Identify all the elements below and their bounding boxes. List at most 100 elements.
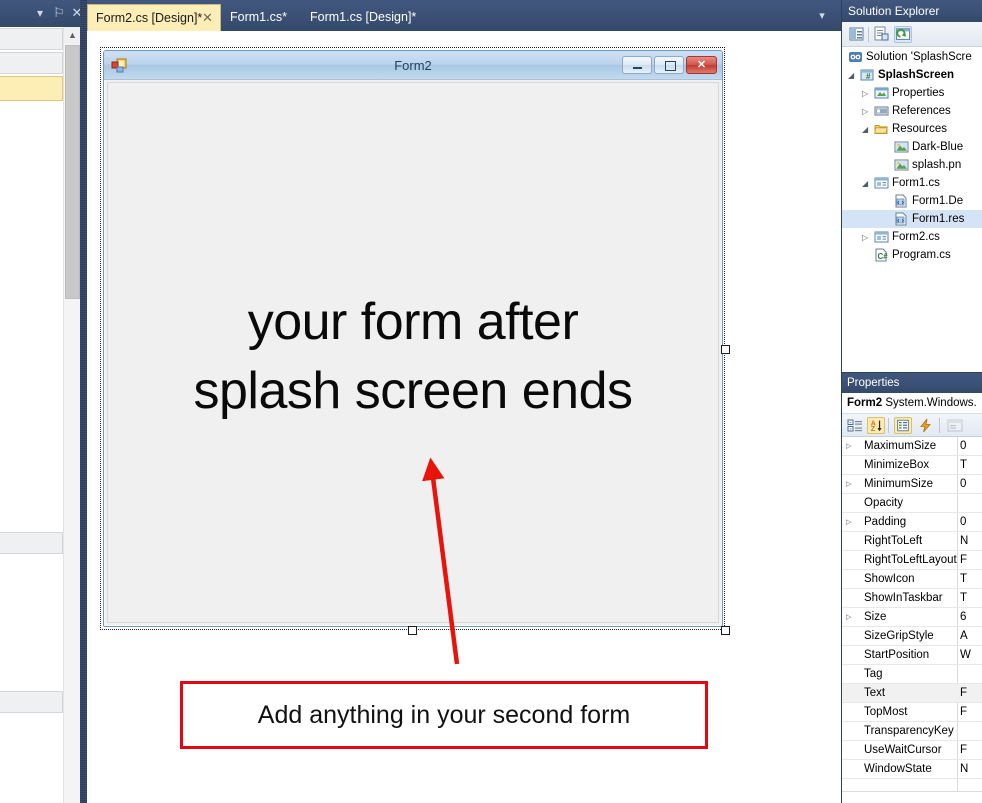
left-panel-scrollbar[interactable]: ▲ — [63, 27, 81, 803]
property-row[interactable]: ▷ Size 6 — [842, 608, 982, 627]
resize-handle-right[interactable] — [721, 345, 730, 354]
properties-object-selector[interactable]: Form2 System.Windows. — [842, 393, 982, 414]
left-panel-row[interactable] — [0, 532, 63, 554]
property-row[interactable]: StartPosition W — [842, 646, 982, 665]
expander-collapsed-icon[interactable]: ▷ — [846, 443, 854, 451]
annotation-callout-text: Add anything in your second form — [257, 701, 631, 729]
refresh-icon[interactable] — [894, 26, 912, 43]
expander-expanded-icon[interactable]: ◢ — [862, 179, 871, 188]
scrollbar-thumb[interactable] — [65, 45, 80, 299]
tree-item[interactable]: Solution 'SplashScre — [842, 48, 982, 66]
expander-expanded-icon[interactable]: ◢ — [862, 125, 871, 134]
left-panel-row[interactable] — [0, 28, 63, 50]
form-client-area[interactable]: your form after splash screen ends — [107, 82, 719, 623]
pin-icon[interactable]: ⚐ — [51, 5, 67, 21]
expander-collapsed-icon[interactable]: ▷ — [862, 89, 871, 98]
events-icon[interactable] — [917, 417, 935, 434]
left-panel-row[interactable] — [0, 52, 63, 74]
tab-form1-cs[interactable]: Form1.cs* — [222, 4, 295, 31]
property-row[interactable]: UseWaitCursor F — [842, 741, 982, 760]
property-value[interactable]: T — [960, 589, 982, 608]
property-value[interactable]: 0 — [960, 513, 982, 532]
close-icon[interactable]: ✕ — [200, 10, 215, 25]
tree-item[interactable]: C# Program.cs — [842, 246, 982, 264]
property-row[interactable]: ShowIcon T — [842, 570, 982, 589]
tree-item-label: Form1.res — [912, 213, 965, 225]
property-row[interactable]: ▷ MinimumSize 0 — [842, 475, 982, 494]
tree-item[interactable]: ◢ # SplashScreen — [842, 66, 982, 84]
property-row[interactable]: RightToLeftLayout F — [842, 551, 982, 570]
resize-handle-bottom-right[interactable] — [721, 626, 730, 635]
properties-object-type: System.Windows. — [885, 397, 977, 409]
tree-item-label: References — [892, 105, 951, 117]
tab-form1-design[interactable]: Form1.cs [Design]* — [302, 4, 424, 31]
maximize-button[interactable] — [654, 56, 684, 74]
property-value[interactable]: F — [960, 741, 982, 760]
properties-grid[interactable]: ▷ MaximumSize 0 MinimizeBox T ▷ MinimumSize 0 Op… — [842, 437, 982, 791]
property-row[interactable]: ▷ MaximumSize 0 — [842, 437, 982, 456]
solution-tree[interactable]: Solution 'SplashScre ◢ # SplashScreen ▷ Prope… — [842, 48, 982, 372]
tab-form2-design[interactable]: Form2.cs [Design]* ✕ — [87, 4, 221, 31]
property-row[interactable]: WindowState N — [842, 760, 982, 779]
property-row[interactable]: ShowInTaskbar T — [842, 589, 982, 608]
expander-collapsed-icon[interactable]: ▷ — [846, 519, 854, 527]
property-value[interactable]: F — [960, 551, 982, 570]
tree-item[interactable]: splash.pn — [842, 156, 982, 174]
property-value[interactable]: N — [960, 760, 982, 779]
tree-item[interactable]: Dark-Blue — [842, 138, 982, 156]
tree-item[interactable]: ◢ Form1.cs — [842, 174, 982, 192]
expander-collapsed-icon[interactable]: ▷ — [846, 614, 854, 622]
properties-toolbar: A Z — [842, 414, 982, 437]
property-value[interactable]: N — [960, 532, 982, 551]
property-value[interactable]: 6 — [960, 608, 982, 627]
tree-item-label: Dark-Blue — [912, 141, 964, 153]
property-value[interactable]: A — [960, 627, 982, 646]
expander-expanded-icon[interactable]: ◢ — [848, 71, 857, 80]
tree-item-label: splash.pn — [912, 159, 962, 171]
tree-item[interactable]: ◢ Resources — [842, 120, 982, 138]
expander-collapsed-icon[interactable]: ▷ — [862, 233, 871, 242]
solution-explorer-panel: Solution Explorer Solution 'SplashScre ◢… — [841, 0, 982, 372]
tree-item[interactable]: ▷ References — [842, 102, 982, 120]
properties-icon[interactable] — [894, 417, 912, 434]
cs-file-icon: C# — [875, 248, 888, 262]
panel-splitter[interactable] — [80, 0, 87, 803]
alphabetical-icon[interactable]: A Z — [867, 417, 885, 434]
property-value[interactable]: W — [960, 646, 982, 665]
resize-handle-bottom[interactable] — [408, 626, 417, 635]
property-row[interactable]: TopMost F — [842, 703, 982, 722]
left-panel-row-selected[interactable] — [0, 76, 63, 101]
chevron-down-icon[interactable]: ▾ — [815, 9, 829, 23]
property-value[interactable]: T — [960, 456, 982, 475]
property-row[interactable]: Tag — [842, 665, 982, 684]
property-value[interactable]: F — [960, 684, 982, 703]
left-panel-row[interactable] — [0, 691, 63, 713]
close-button[interactable]: ✕ — [686, 56, 717, 74]
chevron-down-icon[interactable]: ▾ — [32, 5, 48, 21]
property-row[interactable]: Opacity — [842, 494, 982, 513]
show-all-files-icon[interactable] — [873, 26, 891, 43]
tree-item[interactable]: ▷ Form2.cs — [842, 228, 982, 246]
property-row[interactable]: MinimizeBox T — [842, 456, 982, 475]
property-row[interactable]: ▷ Padding 0 — [842, 513, 982, 532]
property-pages-icon[interactable] — [946, 417, 964, 434]
property-row[interactable]: TransparencyKey — [842, 722, 982, 741]
tree-item[interactable]: ▷ Properties — [842, 84, 982, 102]
tree-item[interactable]: Form1.res — [842, 210, 982, 228]
property-row[interactable]: RightToLeft N — [842, 532, 982, 551]
property-value[interactable]: 0 — [960, 437, 982, 456]
property-row[interactable]: SizeGripStyle A — [842, 627, 982, 646]
expander-collapsed-icon[interactable]: ▷ — [862, 107, 871, 116]
categorized-icon[interactable] — [846, 417, 864, 434]
property-value[interactable]: T — [960, 570, 982, 589]
properties-window-icon[interactable] — [848, 26, 866, 43]
property-value[interactable]: 0 — [960, 475, 982, 494]
form-body-line-2: splash screen ends — [193, 361, 633, 420]
minimize-button[interactable] — [622, 56, 652, 74]
tree-item[interactable]: Form1.De — [842, 192, 982, 210]
property-row[interactable]: Text F — [842, 684, 982, 703]
scroll-up-icon[interactable]: ▲ — [64, 27, 81, 44]
expander-collapsed-icon[interactable]: ▷ — [846, 481, 854, 489]
designed-form[interactable]: Form2 ✕ your form after splash screen en… — [103, 50, 723, 627]
property-value[interactable]: F — [960, 703, 982, 722]
